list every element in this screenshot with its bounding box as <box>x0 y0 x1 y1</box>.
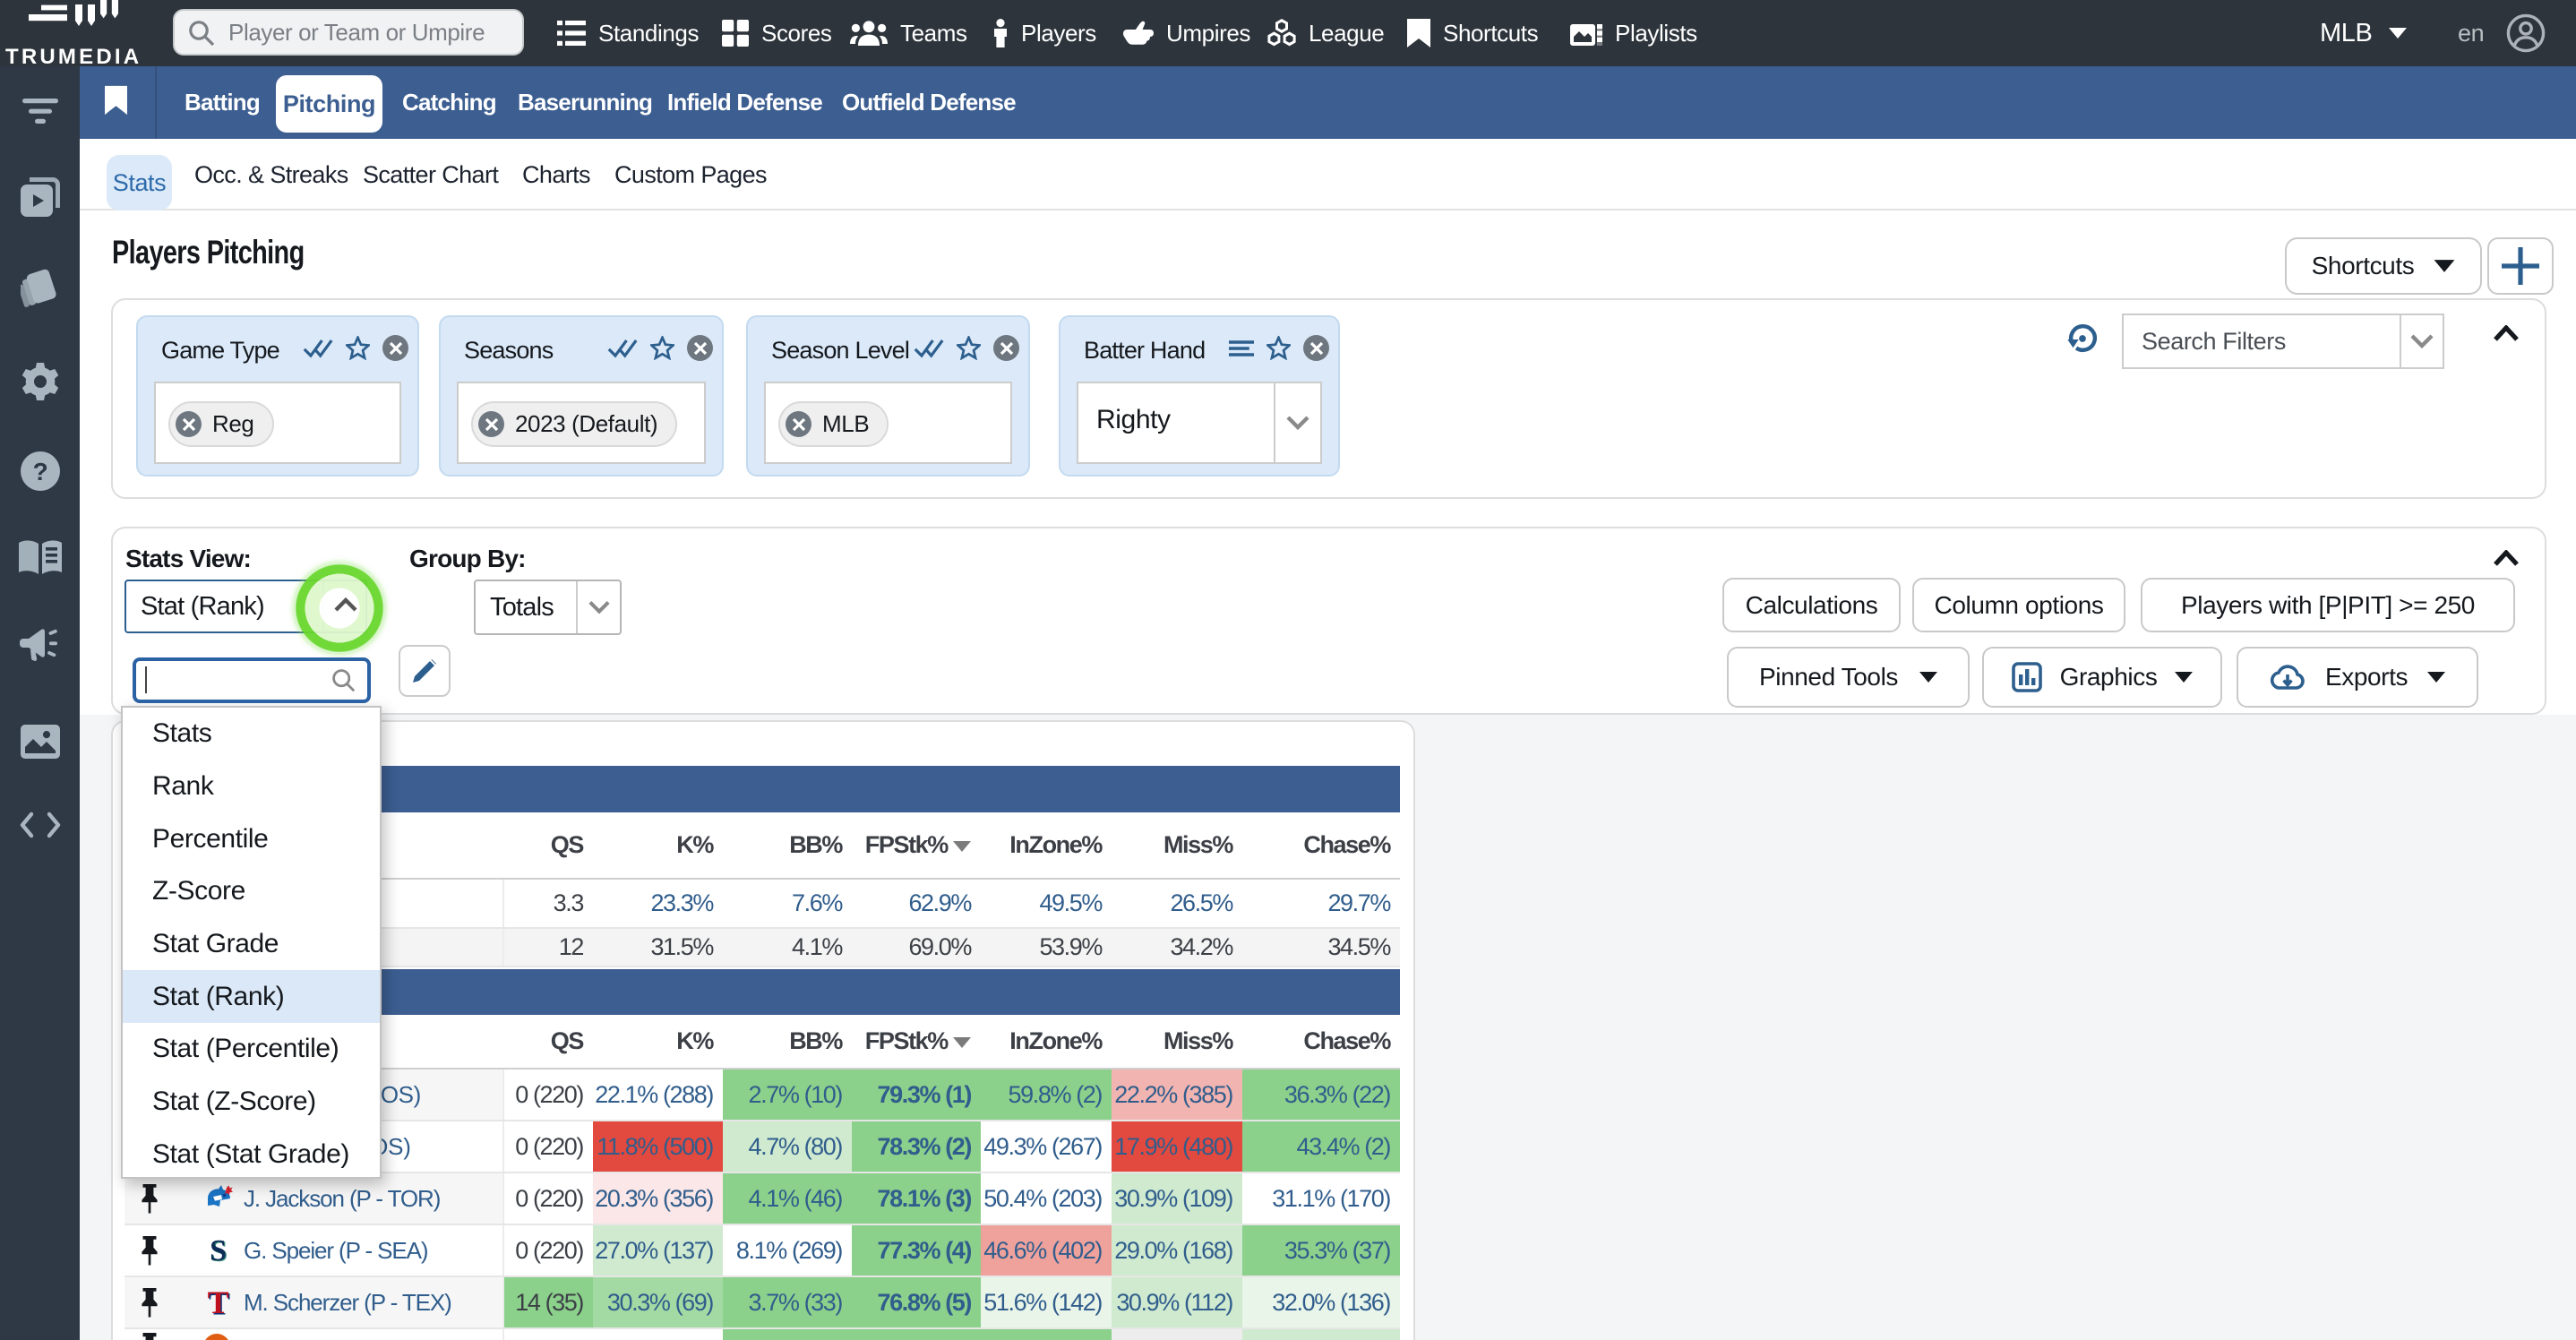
svg-text:S: S <box>210 1235 226 1266</box>
svg-text:?: ? <box>32 458 47 485</box>
svg-text:T: T <box>208 1287 229 1318</box>
